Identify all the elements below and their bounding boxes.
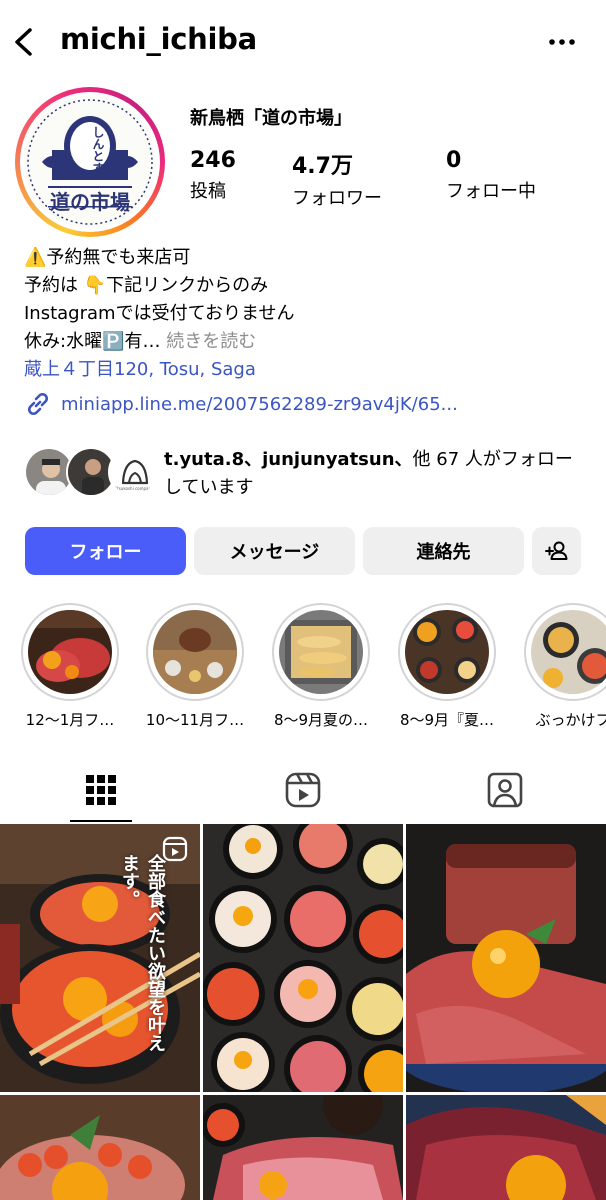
highlight-cover — [28, 610, 112, 694]
mutual-followers-avatars[interactable]: Mitsukoshi company — [24, 447, 158, 497]
bio-more-link[interactable]: 続きを読む — [166, 331, 256, 352]
mutual-followers-text[interactable]: t.yuta.8、junjunyatsun、他 67 人がフォローしています — [164, 446, 584, 502]
bio-line-3: Instagramでは受付ておりません — [24, 303, 295, 324]
profile-username: michi_ichiba — [60, 22, 257, 56]
post-thumbnail[interactable] — [406, 824, 606, 1092]
post-thumbnail[interactable] — [406, 1095, 606, 1200]
grid-icon[interactable] — [81, 770, 121, 810]
highlight-label: 12～1月フ… — [25, 711, 115, 729]
bio-line-1: ⚠️予約無でも来店可 — [24, 247, 191, 268]
bio-line-4: 休み:水曜🅿️有… 続きを読む — [24, 331, 257, 352]
story-highlight[interactable]: 10～11月フ… — [145, 603, 245, 730]
post-thumbnail[interactable] — [203, 1095, 403, 1200]
parking-icon: 🅿️ — [102, 331, 125, 352]
suggest-accounts-button[interactable] — [532, 527, 581, 575]
followers-count[interactable]: 4.7万 フォロワー — [292, 148, 382, 210]
profile-avatar-story-ring[interactable]: しんとす 道の市場 — [15, 87, 165, 237]
active-tab-indicator — [70, 820, 132, 822]
bio-external-link[interactable]: miniapp.line.me/2007562289-zr9av4jK/65..… — [24, 389, 458, 419]
profile-bio: ⚠️予約無でも来店可 予約は 👇下記リンクからのみ Instagramでは受付て… — [24, 244, 295, 384]
more-options-icon[interactable] — [546, 34, 578, 50]
top-bar: michi_ichiba — [0, 0, 606, 86]
highlight-cover — [531, 610, 606, 694]
mutual-logo-caption: Mitsukoshi company — [112, 486, 154, 491]
story-highlight[interactable]: 8～9月夏の… — [271, 603, 371, 730]
profile-tabs — [0, 752, 606, 824]
highlight-cover — [279, 610, 363, 694]
message-button[interactable]: メッセージ — [194, 527, 355, 575]
post-thumbnail[interactable]: 全部食べたい欲望を叶えます。 — [0, 824, 200, 1092]
story-highlight[interactable]: 8～9月『夏… — [397, 603, 497, 730]
following-count[interactable]: 0 フォロー中 — [446, 148, 536, 203]
profile-avatar: しんとす 道の市場 — [24, 96, 156, 228]
highlight-cover — [405, 610, 489, 694]
bio-address-link[interactable]: 蔵上４丁目120, Tosu, Saga — [24, 356, 295, 384]
reels-icon[interactable] — [283, 770, 323, 810]
posts-count[interactable]: 246 投稿 — [190, 148, 236, 203]
highlight-label: 10～11月フ… — [145, 711, 245, 729]
highlight-label: 8～9月『夏… — [399, 711, 495, 729]
avatar-logo-text: 道の市場 — [50, 190, 130, 214]
add-person-icon — [544, 541, 567, 560]
pointing-down-icon: 👇 — [83, 275, 107, 296]
bio-link-text: miniapp.line.me/2007562289-zr9av4jK/65..… — [61, 393, 458, 415]
post-thumbnail[interactable] — [203, 824, 403, 1092]
warning-icon: ⚠️ — [24, 247, 47, 268]
post-thumbnail[interactable] — [0, 1095, 200, 1200]
mutual-avatar: Mitsukoshi company — [108, 447, 158, 497]
back-arrow-icon[interactable] — [10, 24, 38, 60]
highlight-label: ぶっかけフ — [535, 711, 606, 729]
contact-button[interactable]: 連絡先 — [363, 527, 524, 575]
link-icon — [27, 392, 49, 416]
story-highlight[interactable]: 12～1月フ… — [20, 603, 120, 730]
highlight-label: 8～9月夏の… — [273, 711, 369, 729]
posts-grid: 全部食べたい欲望を叶えます。 — [0, 824, 606, 1200]
follow-button[interactable]: フォロー — [25, 527, 186, 575]
profile-display-name: 新鳥栖「道の市場」 — [190, 108, 352, 129]
highlight-cover — [153, 610, 237, 694]
tagged-icon[interactable] — [485, 770, 525, 810]
avatar-logo-subtext: しんとす — [91, 126, 105, 174]
bio-line-2: 予約は 👇下記リンクからのみ — [24, 275, 269, 296]
post-overlay-text: 全部食べたい欲望を叶えます。 — [119, 854, 166, 1052]
story-highlight[interactable]: ぶっかけフ — [523, 603, 606, 730]
